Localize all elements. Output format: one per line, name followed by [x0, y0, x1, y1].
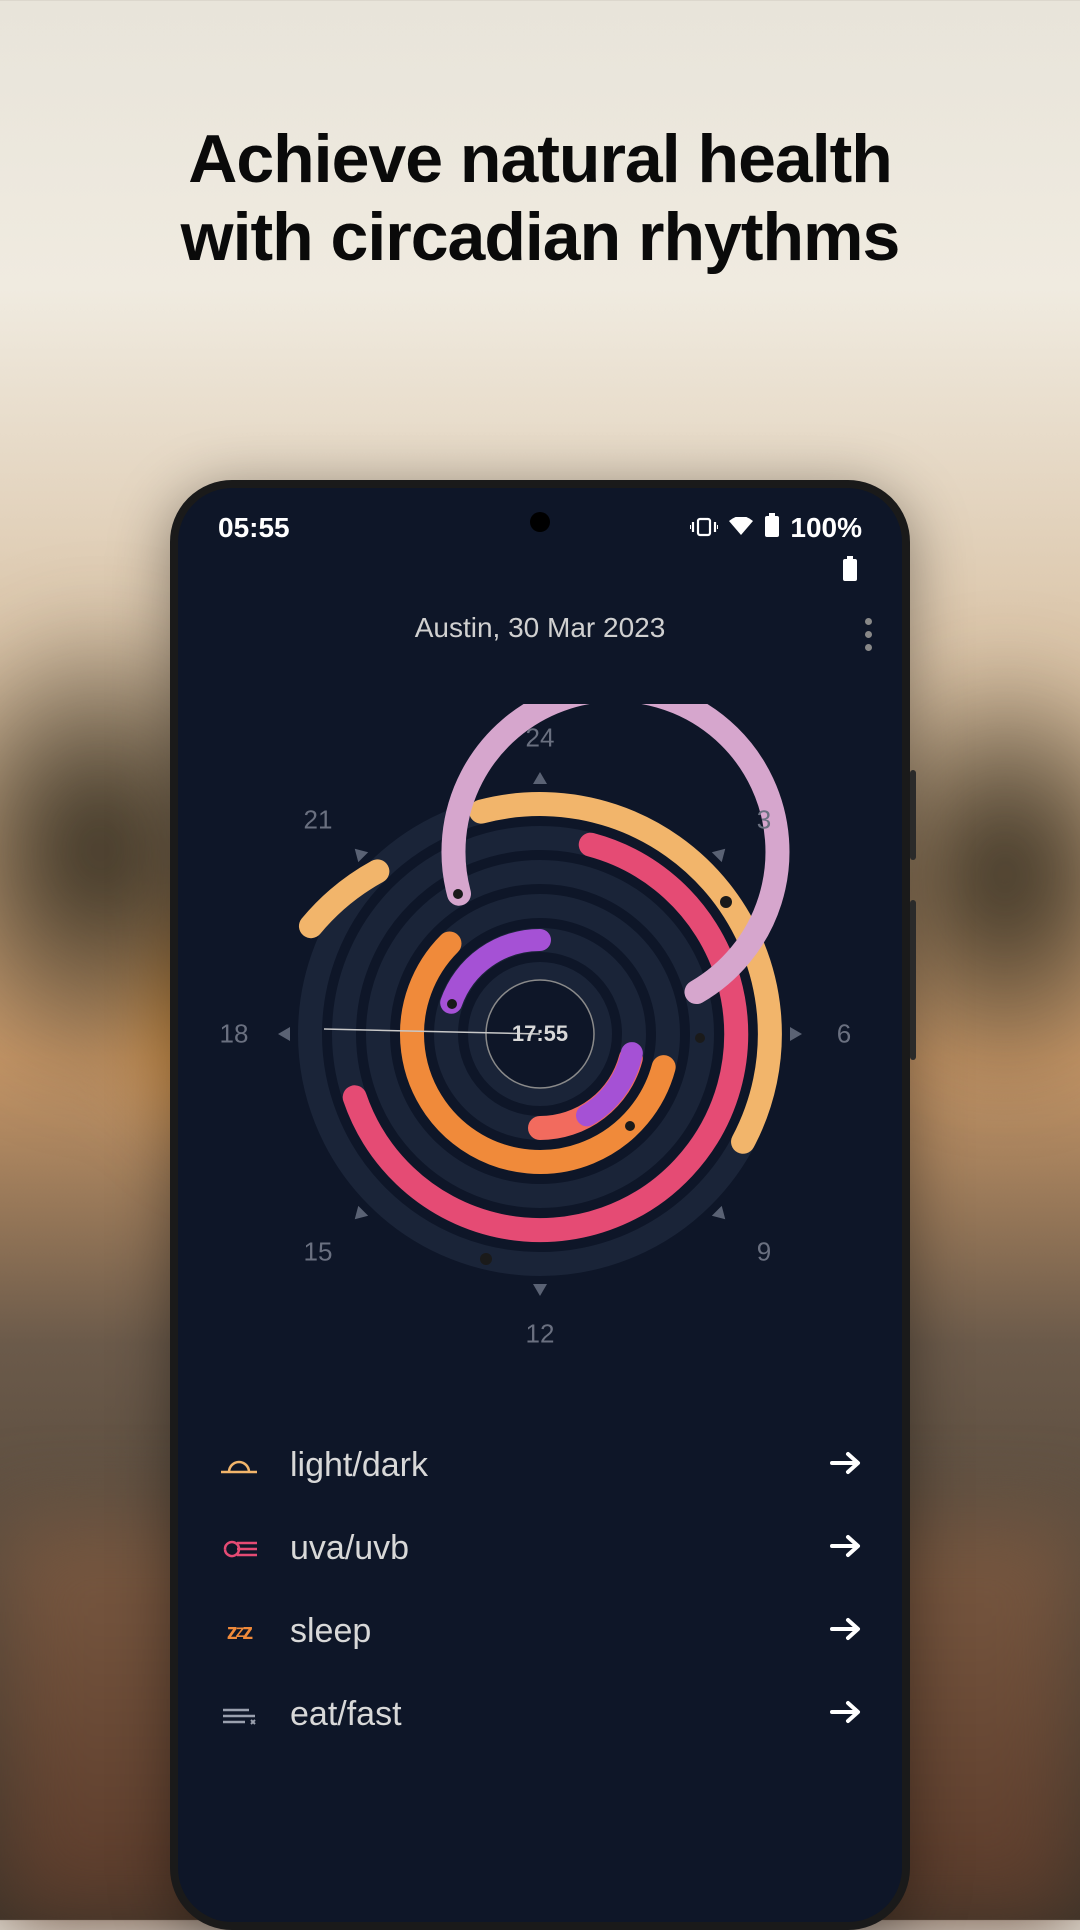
- circadian-clock[interactable]: 17:55 24 3 6 9 12 15 18 21: [210, 704, 870, 1364]
- hour-18: 18: [220, 1019, 249, 1050]
- phone-frame: 05:55 100% Austin, 30 Mar 2023: [170, 480, 910, 1930]
- category-list: light/dark uva/uvb zZz sleep: [178, 1404, 902, 1776]
- kebab-menu-icon[interactable]: [865, 618, 872, 651]
- arrow-right-icon: [828, 1615, 862, 1648]
- list-label: eat/fast: [290, 1695, 798, 1734]
- hour-3: 3: [757, 805, 771, 836]
- marketing-headline: Achieve natural health with circadian rh…: [0, 120, 1080, 276]
- sun-horizon-icon: [218, 1452, 260, 1480]
- rays-icon: [218, 1536, 260, 1562]
- hour-12: 12: [526, 1319, 555, 1350]
- headline-line2: with circadian rhythms: [181, 199, 900, 275]
- hour-15: 15: [304, 1237, 333, 1268]
- hour-9: 9: [757, 1237, 771, 1268]
- list-label: uva/uvb: [290, 1529, 798, 1568]
- arrow-right-icon: [828, 1532, 862, 1565]
- headline-line1: Achieve natural health: [188, 121, 892, 197]
- battery-percent: 100%: [790, 512, 862, 544]
- app-top-icon: [178, 544, 902, 582]
- phone-camera-hole: [530, 512, 550, 532]
- list-item-light-dark[interactable]: light/dark: [218, 1424, 862, 1507]
- phone-side-button: [910, 770, 916, 860]
- hour-6: 6: [837, 1019, 851, 1050]
- phone-side-button: [910, 900, 916, 1060]
- food-icon: [218, 1702, 260, 1728]
- list-item-uva-uvb[interactable]: uva/uvb: [218, 1507, 862, 1590]
- list-label: light/dark: [290, 1446, 798, 1485]
- arrow-right-icon: [828, 1449, 862, 1482]
- battery-icon: [764, 512, 780, 544]
- hour-21: 21: [304, 805, 333, 836]
- arrow-right-icon: [828, 1698, 862, 1731]
- list-item-eat-fast[interactable]: eat/fast: [218, 1673, 862, 1756]
- list-item-sleep[interactable]: zZz sleep: [218, 1590, 862, 1673]
- page-title: Austin, 30 Mar 2023: [178, 612, 902, 644]
- list-label: sleep: [290, 1612, 798, 1651]
- status-time: 05:55: [218, 512, 290, 544]
- wifi-icon: [728, 512, 754, 544]
- hour-24: 24: [526, 723, 555, 754]
- zzz-icon: zZz: [218, 1619, 260, 1645]
- clock-center-time: 17:55: [512, 1021, 568, 1047]
- vibrate-icon: [690, 512, 718, 544]
